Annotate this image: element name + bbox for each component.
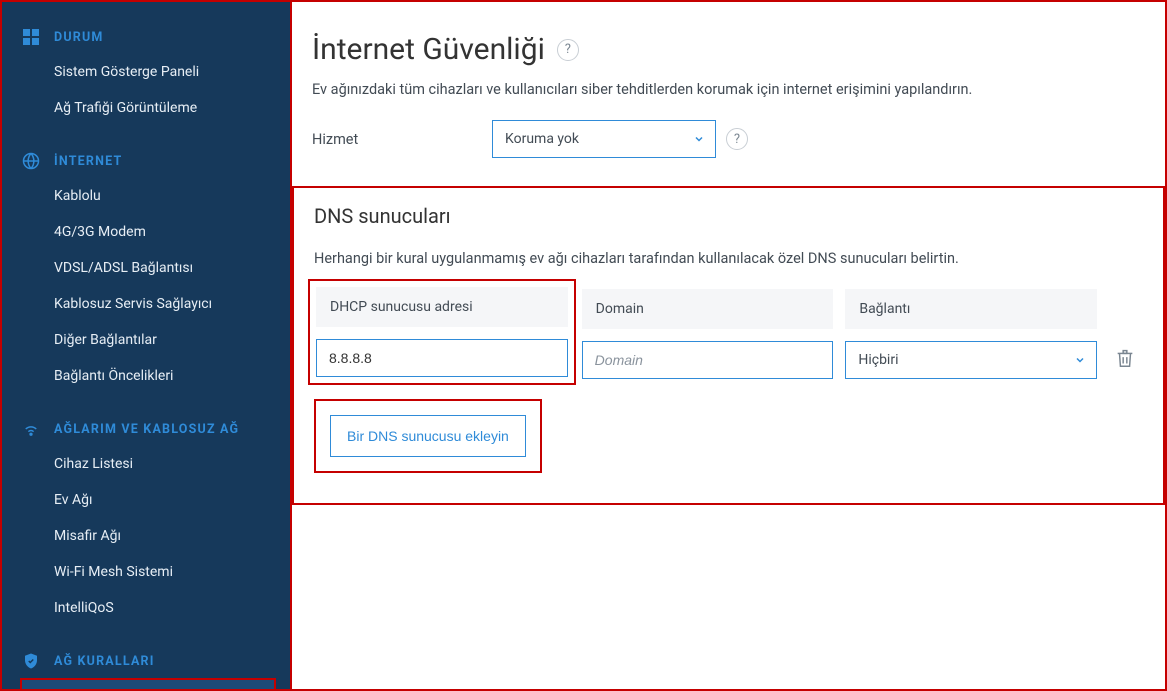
sidebar-header-rules[interactable]: AĞ KURALLARI: [2, 644, 290, 678]
help-icon[interactable]: ?: [557, 39, 579, 61]
sidebar-item-label: Kablosuz Servis Sağlayıcı: [54, 296, 212, 312]
dns-col-header-connection: Bağlantı: [845, 289, 1097, 329]
sidebar-item-label: VDSL/ADSL Bağlantısı: [54, 260, 193, 276]
dns-col-header-address: DHCP sunucusu adresi: [316, 287, 568, 327]
sidebar-item-device-list[interactable]: Cihaz Listesi: [2, 446, 290, 482]
service-label: Hizmet: [312, 131, 482, 148]
sidebar-header-label: AĞ KURALLARI: [54, 654, 155, 669]
sidebar-header-label: İNTERNET: [54, 154, 122, 169]
add-dns-button[interactable]: Bir DNS sunucusu ekleyin: [330, 415, 526, 457]
dashboard-icon: [22, 28, 40, 46]
sidebar-item-internet-security[interactable]: İnternet Güvenliği: [22, 680, 274, 689]
sidebar-item-other-conn[interactable]: Diğer Bağlantılar: [2, 322, 290, 358]
dns-col-domain: Domain: [582, 289, 834, 379]
service-select[interactable]: Koruma yok: [492, 120, 716, 158]
sidebar: DURUM Sistem Gösterge Paneli Ağ Trafiği …: [2, 2, 292, 689]
main-content: İnternet Güvenliği ? Ev ağınızdaki tüm c…: [292, 2, 1165, 689]
sidebar-item-4g3g[interactable]: 4G/3G Modem: [2, 214, 290, 250]
sidebar-item-intelliqos[interactable]: IntelliQoS: [2, 590, 290, 626]
help-icon[interactable]: ?: [726, 128, 748, 150]
sidebar-item-label: Ev Ağı: [54, 492, 93, 508]
globe-icon: [22, 152, 40, 170]
sidebar-section-status: DURUM Sistem Gösterge Paneli Ağ Trafiği …: [2, 20, 290, 126]
dns-col-address: DHCP sunucusu adresi: [308, 279, 576, 385]
chevron-down-icon: [1074, 354, 1086, 366]
sidebar-header-label: DURUM: [54, 30, 104, 45]
trash-icon[interactable]: [1114, 345, 1138, 373]
sidebar-item-system-dashboard[interactable]: Sistem Gösterge Paneli: [2, 54, 290, 90]
sidebar-item-label: Cihaz Listesi: [54, 456, 133, 472]
sidebar-header-status[interactable]: DURUM: [2, 20, 290, 54]
dns-address-input[interactable]: [316, 339, 568, 377]
sidebar-item-label: Ağ Trafiği Görüntüleme: [54, 100, 197, 116]
sidebar-item-label: Diğer Bağlantılar: [54, 332, 157, 348]
sidebar-header-wireless[interactable]: AĞLARIM VE KABLOSUZ AĞ: [2, 412, 290, 446]
sidebar-item-wifi-mesh[interactable]: Wi-Fi Mesh Sistemi: [2, 554, 290, 590]
wifi-icon: [22, 420, 40, 438]
sidebar-item-label: Misafir Ağı: [54, 528, 121, 544]
page-description: Ev ağınızdaki tüm cihazları ve kullanıcı…: [292, 81, 1165, 120]
dns-title: DNS sunucuları: [314, 204, 1143, 228]
dns-delete-col: [1109, 345, 1143, 379]
shield-icon: [22, 652, 40, 670]
sidebar-item-label: Bağlantı Öncelikleri: [54, 368, 173, 384]
sidebar-item-label: 4G/3G Modem: [54, 224, 146, 240]
sidebar-item-traffic-view[interactable]: Ağ Trafiği Görüntüleme: [2, 90, 290, 126]
dns-domain-input[interactable]: [582, 341, 834, 379]
dns-table: DHCP sunucusu adresi Domain Bağlantı: [314, 285, 1143, 379]
dns-col-header-domain: Domain: [582, 289, 834, 329]
sidebar-item-home-network[interactable]: Ev Ağı: [2, 482, 290, 518]
service-select-value: Koruma yok: [505, 131, 579, 147]
sidebar-item-wired[interactable]: Kablolu: [2, 178, 290, 214]
dns-connection-select[interactable]: Hiçbiri: [845, 341, 1097, 379]
dns-connection-value: Hiçbiri: [858, 352, 898, 368]
chevron-down-icon: [693, 133, 705, 145]
dns-description: Herhangi bir kural uygulanmamış ev ağı c…: [314, 250, 1143, 267]
sidebar-item-vdsl[interactable]: VDSL/ADSL Bağlantısı: [2, 250, 290, 286]
sidebar-section-rules: AĞ KURALLARI İnternet Güvenliği Güvenlik…: [2, 644, 290, 689]
sidebar-header-label: AĞLARIM VE KABLOSUZ AĞ: [54, 422, 239, 437]
sidebar-item-label: Sistem Gösterge Paneli: [54, 64, 199, 80]
dns-col-connection: Bağlantı Hiçbiri: [845, 289, 1097, 379]
dns-section: DNS sunucuları Herhangi bir kural uygula…: [292, 186, 1165, 505]
sidebar-item-label: Kablolu: [54, 188, 101, 204]
page-title: İnternet Güvenliği: [312, 32, 545, 67]
sidebar-header-internet[interactable]: İNTERNET: [2, 144, 290, 178]
sidebar-item-wisp[interactable]: Kablosuz Servis Sağlayıcı: [2, 286, 290, 322]
sidebar-item-guest-network[interactable]: Misafir Ağı: [2, 518, 290, 554]
sidebar-item-conn-priority[interactable]: Bağlantı Öncelikleri: [2, 358, 290, 394]
sidebar-item-label: Wi-Fi Mesh Sistemi: [54, 564, 173, 580]
sidebar-section-internet: İNTERNET Kablolu 4G/3G Modem VDSL/ADSL B…: [2, 144, 290, 394]
sidebar-item-label: IntelliQoS: [54, 600, 114, 616]
sidebar-section-wireless: AĞLARIM VE KABLOSUZ AĞ Cihaz Listesi Ev …: [2, 412, 290, 626]
